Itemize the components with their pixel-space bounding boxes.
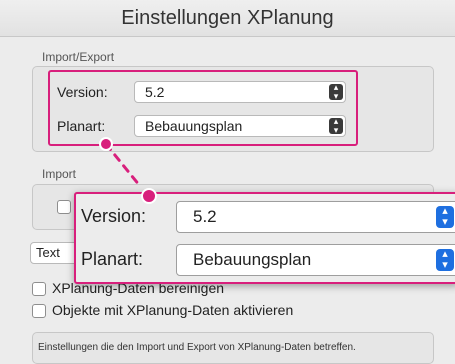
text-field-value: Text xyxy=(36,245,60,260)
option-checkbox-bereinigen[interactable] xyxy=(32,282,46,296)
option-checkbox-aktivieren[interactable] xyxy=(32,304,46,318)
callout-version-label: Version: xyxy=(81,206,147,226)
callout-dot-icon xyxy=(141,188,157,204)
callout-version-value: 5.2 xyxy=(193,207,217,226)
callout-planart-value: Bebauungsplan xyxy=(193,250,312,269)
callout-dot-icon xyxy=(99,137,113,151)
import-section-label: Import xyxy=(42,167,77,181)
up-down-chevrons-icon[interactable]: ▴ ▾ xyxy=(436,206,454,228)
callout-planart-label: Planart: xyxy=(81,249,144,269)
callout-version-select[interactable]: 5.2 ▴ ▾ xyxy=(176,201,455,233)
up-down-chevrons-icon[interactable]: ▴ ▾ xyxy=(436,249,454,271)
import-checkbox[interactable] xyxy=(57,200,71,214)
footer-description: Einstellungen die den Import und Export … xyxy=(38,342,356,353)
zoom-callout: Version: 5.2 ▴ ▾ Planart: Bebauungsplan ▴… xyxy=(74,192,455,284)
option-label-aktivieren: Objekte mit XPlanung-Daten aktivieren xyxy=(52,302,294,318)
callout-planart-select[interactable]: Bebauungsplan ▴ ▾ xyxy=(176,244,455,276)
